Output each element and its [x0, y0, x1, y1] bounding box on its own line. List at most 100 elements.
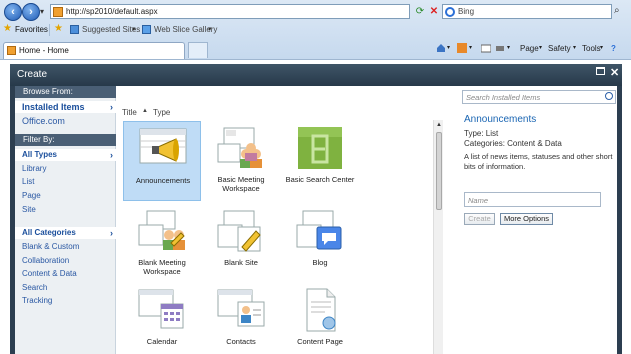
chevron-down-icon[interactable]: ▾	[600, 44, 603, 51]
favorites-bar: ★ Favorites ★ Suggested Sites ▾ Web Slic…	[0, 23, 631, 38]
browse-office-com[interactable]: Office.com	[15, 115, 116, 127]
tile-label: Blank Meeting Workspace	[138, 258, 186, 276]
mail-icon[interactable]	[481, 43, 491, 53]
forward-button[interactable]: ›	[22, 3, 40, 21]
chevron-down-icon[interactable]: ▾	[469, 44, 472, 51]
scroll-thumb[interactable]	[436, 132, 442, 210]
browser-chrome: ‹ › ▾ http://sp2010/default.aspx ▾ ⟳ ✕ B…	[0, 0, 631, 60]
browse-item-label: Installed Items	[22, 102, 85, 112]
browse-installed-items[interactable]: Installed Items ›	[15, 101, 116, 113]
page-icon	[7, 46, 16, 55]
filter-site[interactable]: Site	[15, 204, 116, 216]
maximize-icon[interactable]	[596, 67, 605, 75]
calendar-icon	[138, 289, 184, 329]
sort-by-type[interactable]: Type	[153, 108, 170, 117]
filter-blank-custom[interactable]: Blank & Custom	[15, 241, 116, 253]
web-slice-icon	[142, 25, 151, 34]
details-type: Type: List	[464, 129, 499, 138]
blog-icon	[296, 210, 342, 250]
filter-collaboration[interactable]: Collaboration	[15, 255, 116, 267]
navigation-bar: ‹ › ▾ http://sp2010/default.aspx ▾ ⟳ ✕ B…	[0, 3, 631, 21]
blank-site-icon	[217, 210, 261, 252]
more-options-button[interactable]: More Options	[500, 213, 553, 225]
search-input[interactable]: Bing	[442, 4, 612, 19]
chevron-down-icon[interactable]: ▾	[132, 25, 136, 33]
tile-label: Blog	[312, 258, 328, 267]
filter-library[interactable]: Library	[15, 163, 116, 175]
favorites-star-icon[interactable]: ★	[3, 23, 12, 34]
add-favorite-icon[interactable]: ★	[54, 23, 63, 34]
create-button[interactable]: Create	[464, 213, 495, 225]
safety-menu[interactable]: Safety	[548, 44, 571, 53]
tile-blog[interactable]: Blog	[281, 204, 359, 284]
tile-calendar[interactable]: Calendar	[123, 283, 201, 354]
address-bar[interactable]: http://sp2010/default.aspx ▾	[50, 4, 457, 19]
chevron-down-icon[interactable]: ▾	[573, 44, 576, 51]
history-dropdown-icon[interactable]: ▾	[40, 7, 44, 16]
tile-basic-meeting-workspace[interactable]: Basic Meeting Workspace	[202, 121, 280, 201]
feeds-icon[interactable]	[457, 43, 467, 53]
tab-title: Home - Home	[19, 46, 69, 55]
tile-announcements[interactable]: Announcements	[123, 121, 201, 201]
tools-menu[interactable]: Tools	[582, 44, 601, 53]
page-menu[interactable]: Page	[520, 44, 539, 53]
search-icon[interactable]	[605, 92, 613, 100]
dialog-header: Create ✕	[10, 64, 622, 86]
chevron-down-icon[interactable]: ▾	[507, 44, 510, 51]
scroll-up-icon[interactable]: ▲	[434, 122, 444, 128]
filter-by-header: Filter By:	[15, 134, 116, 146]
tile-content-page[interactable]: Content Page	[281, 283, 359, 354]
tile-label: Basic Meeting Workspace	[217, 175, 265, 193]
filter-all-categories[interactable]: All Categories ›	[15, 227, 116, 239]
filter-label: All Categories	[22, 228, 76, 237]
chevron-down-icon[interactable]: ▾	[447, 44, 450, 51]
tile-label: Blank Site	[224, 258, 258, 267]
close-icon[interactable]: ✕	[610, 66, 619, 79]
tile-blank-meeting-workspace[interactable]: Blank Meeting Workspace	[123, 204, 201, 284]
gallery-scrollbar[interactable]: ▲	[433, 120, 443, 354]
chevron-down-icon[interactable]: ▾	[208, 25, 212, 33]
details-categories: Categories: Content & Data	[464, 139, 562, 148]
chevron-down-icon[interactable]: ▾	[539, 44, 542, 51]
name-placeholder: Name	[468, 196, 489, 205]
browse-from-header: Browse From:	[15, 86, 116, 98]
tab-bar: Home - Home ▾ ▾ ▾ Page ▾ Safety ▾ Tools …	[0, 40, 631, 59]
help-icon[interactable]: ?	[611, 44, 616, 53]
address-text: http://sp2010/default.aspx	[66, 7, 158, 16]
print-icon[interactable]	[495, 43, 505, 53]
filter-search[interactable]: Search	[15, 282, 116, 294]
home-icon[interactable]	[436, 43, 446, 53]
tile-contacts[interactable]: Contacts	[202, 283, 280, 354]
tile-label: Announcements	[135, 176, 191, 185]
filter-tracking[interactable]: Tracking	[15, 295, 116, 307]
details-panel: Search Installed Items Announcements Typ…	[446, 86, 617, 354]
filter-panel: Browse From: Installed Items › Office.co…	[15, 86, 116, 354]
name-field[interactable]: Name	[464, 192, 601, 207]
tab-home[interactable]: Home - Home	[3, 42, 185, 59]
blank-meeting-icon	[138, 210, 185, 250]
tile-blank-site[interactable]: Blank Site	[202, 204, 280, 284]
dialog-frame	[617, 86, 622, 354]
new-tab-button[interactable]	[188, 42, 208, 58]
favorites-button[interactable]: Favorites	[15, 25, 48, 34]
search-placeholder: Search Installed Items	[466, 93, 541, 102]
sort-by-title[interactable]: Title	[122, 108, 137, 117]
meeting-workspace-icon	[217, 127, 262, 168]
filter-all-types[interactable]: All Types ›	[15, 149, 116, 161]
filter-content-data[interactable]: Content & Data	[15, 268, 116, 280]
dialog-title: Create	[17, 69, 48, 80]
sort-ascending-icon: ▲	[142, 108, 148, 114]
search-center-icon	[298, 127, 342, 169]
tile-basic-search-center[interactable]: Basic Search Center	[281, 121, 359, 201]
back-button[interactable]: ‹	[4, 3, 22, 21]
template-gallery: Title ▲ Type Announcements Basic Meeting…	[116, 86, 446, 354]
search-installed-items-input[interactable]: Search Installed Items	[462, 90, 616, 104]
filter-page[interactable]: Page	[15, 190, 116, 202]
stop-icon[interactable]: ✕	[428, 5, 440, 18]
search-go-icon[interactable]: ⌕	[614, 5, 620, 16]
page-icon	[53, 7, 63, 17]
refresh-icon[interactable]: ⟳	[414, 5, 426, 18]
chevron-right-icon: ›	[110, 102, 113, 112]
megaphone-icon	[139, 128, 187, 164]
filter-list[interactable]: List	[15, 176, 116, 188]
